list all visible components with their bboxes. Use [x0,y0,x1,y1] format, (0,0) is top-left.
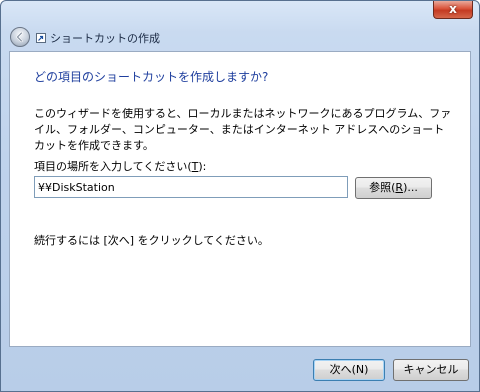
wizard-title: ショートカットの作成 [50,32,160,45]
location-label: 項目の場所を入力してください(T): [34,158,206,174]
wizard-footer: 次へ(N) キャンセル [1,347,479,391]
shortcut-wizard-icon [36,33,46,43]
page-heading: どの項目のショートカットを作成しますか? [34,70,269,84]
location-input[interactable] [34,176,348,198]
browse-label-text: 参照( [369,181,396,194]
next-button[interactable]: 次へ(N) [313,359,385,381]
wizard-nav-bar: ショートカットの作成 [1,21,479,51]
browse-label-accesskey: R [395,181,404,194]
title-bar: x [1,1,479,21]
close-icon: x [449,2,457,16]
back-button[interactable] [10,27,30,47]
browse-label-suffix: )... [403,181,418,194]
wizard-page: どの項目のショートカットを作成しますか? このウィザードを使用すると、ローカルま… [9,51,471,347]
cancel-button[interactable]: キャンセル [393,359,469,381]
wizard-description: このウィザードを使用すると、ローカルまたはネットワークにあるプログラム、ファイル… [34,107,452,152]
close-button[interactable]: x [433,1,473,19]
location-label-text: 項目の場所を入力してください( [34,160,192,173]
create-shortcut-window: x ショートカットの作成 どの項目のショートカットを作成しますか? このウィザー… [0,0,480,392]
location-label-suffix: ): [198,160,207,173]
browse-button[interactable]: 参照(R)... [355,177,432,199]
back-arrow-icon [16,31,23,43]
continue-hint: 続行するには [次へ] をクリックしてください。 [34,234,269,247]
